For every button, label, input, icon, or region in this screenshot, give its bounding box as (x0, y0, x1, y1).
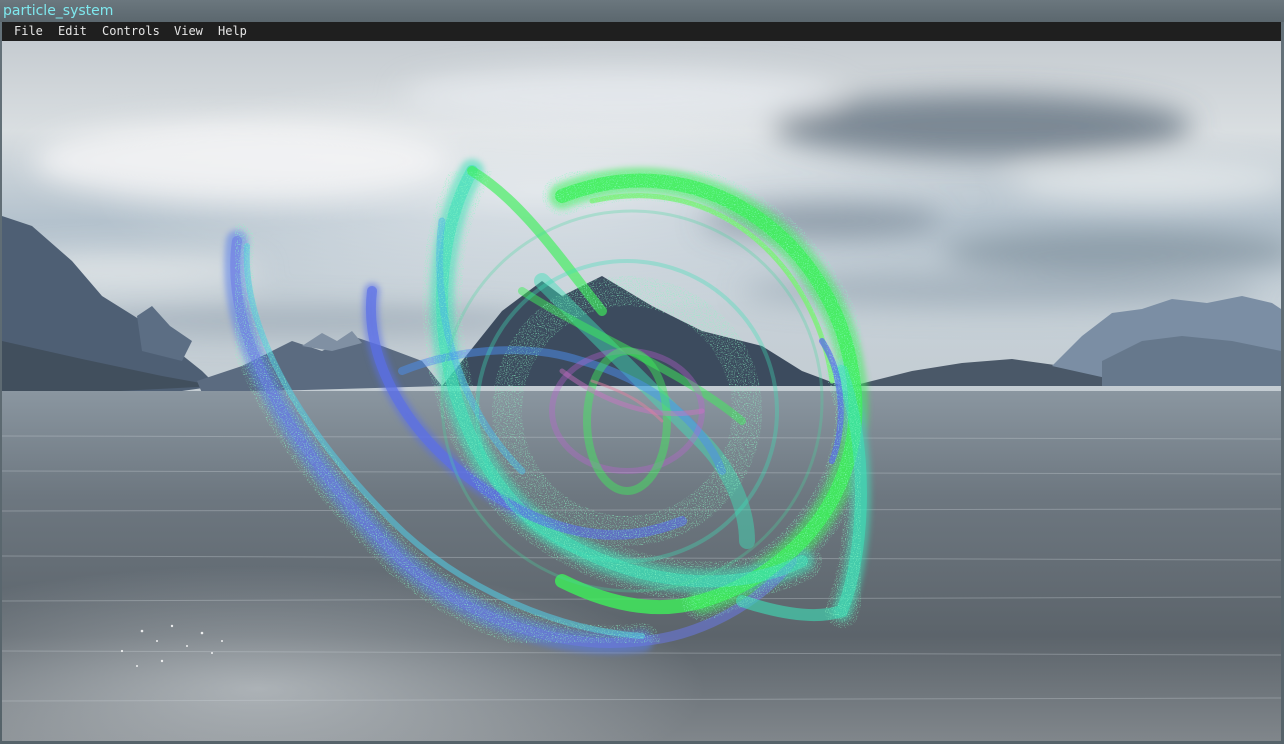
menu-file[interactable]: File (14, 22, 43, 41)
scene-canvas (2, 41, 1281, 741)
menu-view[interactable]: View (174, 22, 203, 41)
menu-bar: File Edit Controls View Help (2, 22, 1281, 42)
app-window: particle_system File Edit Controls View … (0, 0, 1284, 744)
menu-controls[interactable]: Controls (102, 22, 160, 41)
title-bar[interactable]: particle_system (0, 0, 1284, 22)
menu-edit[interactable]: Edit (58, 22, 87, 41)
render-viewport[interactable] (2, 41, 1281, 741)
menu-help[interactable]: Help (218, 22, 247, 41)
window-title: particle_system (3, 3, 114, 19)
